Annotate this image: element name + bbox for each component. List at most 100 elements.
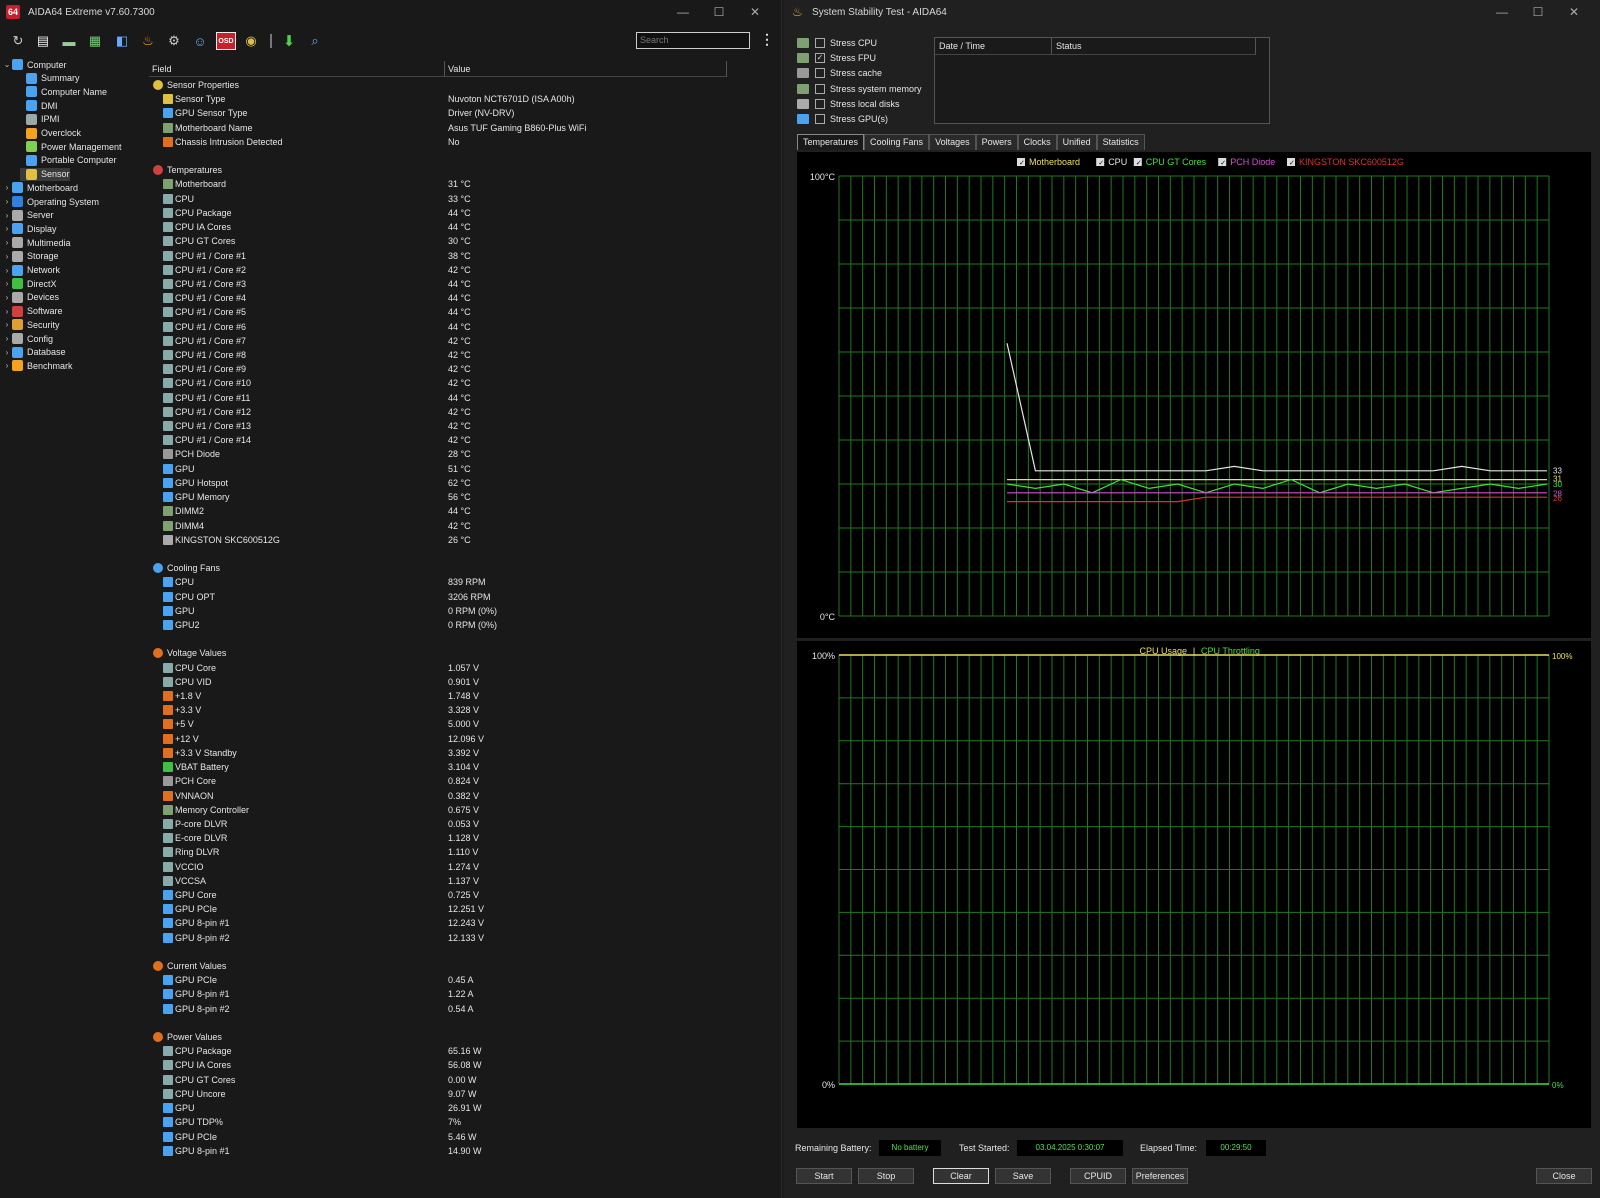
- tree-item-multimedia[interactable]: › Multimedia: [2, 236, 71, 249]
- tree-item-computer[interactable]: ⌄ Computer: [2, 58, 67, 71]
- motherboard-icon[interactable]: ▬: [60, 32, 78, 50]
- table-row[interactable]: DIMM2 44 °C: [149, 504, 782, 518]
- sysinfo-icon[interactable]: ◧: [113, 32, 131, 50]
- tree-item-software[interactable]: › Software: [2, 305, 63, 318]
- table-row[interactable]: +12 V 12.096 V: [149, 732, 782, 746]
- table-row[interactable]: CPU #1 / Core #12 42 °C: [149, 405, 782, 419]
- preferences-button[interactable]: Preferences: [1132, 1168, 1188, 1184]
- chevron-right-icon[interactable]: ›: [2, 238, 12, 247]
- search-icon[interactable]: ⌕: [306, 32, 324, 50]
- checkbox[interactable]: [815, 38, 825, 48]
- chevron-right-icon[interactable]: ›: [2, 224, 12, 233]
- table-row[interactable]: DIMM4 42 °C: [149, 519, 782, 533]
- memory-icon[interactable]: ▦: [86, 32, 104, 50]
- table-row[interactable]: CPU #1 / Core #13 42 °C: [149, 419, 782, 433]
- table-row[interactable]: CPU Uncore 9.07 W: [149, 1087, 782, 1101]
- tree-item-summary[interactable]: Summary: [20, 72, 80, 85]
- tree-item-benchmark[interactable]: › Benchmark: [2, 359, 73, 372]
- table-row[interactable]: Memory Controller 0.675 V: [149, 803, 782, 817]
- stress-option-stress-cpu[interactable]: Stress CPU: [797, 36, 947, 50]
- table-row[interactable]: +1.8 V 1.748 V: [149, 689, 782, 703]
- tree-item-power-management[interactable]: Power Management: [20, 140, 122, 153]
- table-row[interactable]: CPU IA Cores 56.08 W: [149, 1058, 782, 1072]
- table-row[interactable]: +3.3 V 3.328 V: [149, 703, 782, 717]
- chevron-right-icon[interactable]: ›: [2, 334, 12, 343]
- table-row[interactable]: GPU Sensor Type Driver (NV-DRV): [149, 106, 782, 120]
- table-row[interactable]: GPU 8-pin #2 0.54 A: [149, 1002, 782, 1016]
- tree-item-motherboard[interactable]: › Motherboard: [2, 181, 78, 194]
- refresh-icon[interactable]: ↻: [9, 32, 27, 50]
- stop-button[interactable]: Stop: [858, 1168, 914, 1184]
- table-row[interactable]: Chassis Intrusion Detected No: [149, 135, 782, 149]
- table-row[interactable]: GPU PCIe 0.45 A: [149, 973, 782, 987]
- start-button[interactable]: Start: [796, 1168, 852, 1184]
- chevron-down-icon[interactable]: ⌄: [2, 60, 12, 69]
- table-row[interactable]: +5 V 5.000 V: [149, 717, 782, 731]
- group-header-temperatures[interactable]: Temperatures: [149, 163, 782, 177]
- tree-item-database[interactable]: › Database: [2, 346, 66, 359]
- tab-cooling-fans[interactable]: Cooling Fans: [864, 134, 930, 150]
- table-row[interactable]: GPU 0 RPM (0%): [149, 604, 782, 618]
- chevron-right-icon[interactable]: ›: [2, 279, 12, 288]
- table-row[interactable]: CPU #1 / Core #11 44 °C: [149, 391, 782, 405]
- column-header-field[interactable]: Field: [149, 61, 445, 77]
- table-row[interactable]: CPU #1 / Core #4 44 °C: [149, 291, 782, 305]
- table-row[interactable]: +3.3 V Standby 3.392 V: [149, 746, 782, 760]
- minimize-icon[interactable]: —: [665, 5, 701, 19]
- log-header-status[interactable]: Status: [1052, 38, 1256, 55]
- save-button[interactable]: Save: [995, 1168, 1051, 1184]
- table-row[interactable]: CPU IA Cores 44 °C: [149, 220, 782, 234]
- chevron-right-icon[interactable]: ›: [2, 211, 12, 220]
- table-row[interactable]: Ring DLVR 1.110 V: [149, 845, 782, 859]
- tree-item-portable-computer[interactable]: Portable Computer: [20, 154, 117, 167]
- sensor-icon[interactable]: ◉: [242, 32, 260, 50]
- table-row[interactable]: Sensor Type Nuvoton NCT6701D (ISA A00h): [149, 92, 782, 106]
- table-row[interactable]: GPU2 0 RPM (0%): [149, 618, 782, 632]
- table-row[interactable]: CPU #1 / Core #3 44 °C: [149, 277, 782, 291]
- table-row[interactable]: GPU 8-pin #2 12.133 V: [149, 931, 782, 945]
- close-icon[interactable]: ✕: [1556, 5, 1592, 19]
- checkbox[interactable]: [815, 68, 825, 79]
- tab-unified[interactable]: Unified: [1056, 134, 1097, 150]
- chevron-right-icon[interactable]: ›: [2, 252, 12, 261]
- user-icon[interactable]: ☺: [191, 32, 209, 50]
- table-row[interactable]: PCH Diode 28 °C: [149, 447, 782, 461]
- stress-option-stress-cache[interactable]: Stress cache: [797, 66, 947, 80]
- group-header-current-values[interactable]: Current Values: [149, 959, 782, 973]
- table-row[interactable]: CPU GT Cores 0.00 W: [149, 1073, 782, 1087]
- tree-item-devices[interactable]: › Devices: [2, 291, 59, 304]
- tree-item-security[interactable]: › Security: [2, 318, 60, 331]
- table-row[interactable]: KINGSTON SKC600512G 26 °C: [149, 533, 782, 547]
- tree-item-config[interactable]: › Config: [2, 332, 53, 345]
- stress-option-stress-system-memory[interactable]: Stress system memory: [797, 82, 947, 96]
- tab-statistics[interactable]: Statistics: [1096, 134, 1145, 150]
- search-input[interactable]: Search: [636, 32, 750, 49]
- tree-item-computer-name[interactable]: Computer Name: [20, 85, 107, 98]
- table-row[interactable]: GPU TDP% 7%: [149, 1115, 782, 1129]
- report-icon[interactable]: ▤: [34, 32, 52, 50]
- chevron-right-icon[interactable]: ›: [2, 293, 12, 302]
- table-row[interactable]: VBAT Battery 3.104 V: [149, 760, 782, 774]
- table-row[interactable]: GPU Hotspot 62 °C: [149, 476, 782, 490]
- table-row[interactable]: CPU #1 / Core #14 42 °C: [149, 433, 782, 447]
- tree-item-sensor[interactable]: Sensor: [20, 167, 70, 181]
- chevron-right-icon[interactable]: ›: [2, 361, 12, 370]
- table-row[interactable]: CPU #1 / Core #1 38 °C: [149, 249, 782, 263]
- flame-icon[interactable]: ♨: [139, 32, 157, 50]
- table-row[interactable]: CPU Core 1.057 V: [149, 661, 782, 675]
- chevron-right-icon[interactable]: ›: [2, 183, 12, 192]
- close-button[interactable]: Close: [1536, 1168, 1592, 1184]
- table-row[interactable]: CPU Package 65.16 W: [149, 1044, 782, 1058]
- table-row[interactable]: GPU Core 0.725 V: [149, 888, 782, 902]
- table-row[interactable]: CPU VID 0.901 V: [149, 675, 782, 689]
- tab-powers[interactable]: Powers: [975, 134, 1018, 150]
- tree-item-operating-system[interactable]: › Operating System: [2, 195, 99, 208]
- clear-button[interactable]: Clear: [933, 1168, 989, 1184]
- group-header-cooling-fans[interactable]: Cooling Fans: [149, 561, 782, 575]
- tab-temperatures[interactable]: Temperatures: [797, 134, 865, 150]
- tree-item-display[interactable]: › Display: [2, 222, 57, 235]
- table-row[interactable]: CPU GT Cores 30 °C: [149, 234, 782, 248]
- table-row[interactable]: Motherboard 31 °C: [149, 177, 782, 191]
- table-row[interactable]: CPU #1 / Core #5 44 °C: [149, 305, 782, 319]
- osd-icon[interactable]: OSD: [216, 32, 236, 50]
